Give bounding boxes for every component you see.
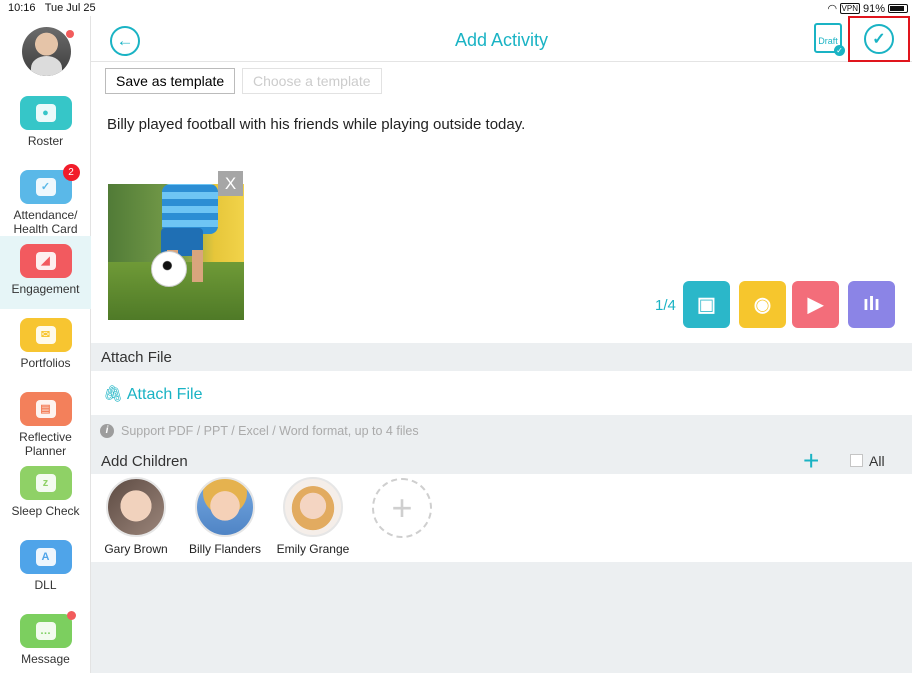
audio-button[interactable]: ıIı — [848, 281, 895, 328]
audio-icon: ıIı — [863, 293, 880, 315]
message-notification-dot — [66, 611, 76, 620]
sidebar-item-message[interactable]: … Message — [0, 611, 91, 666]
sidebar-item-sleep-check[interactable]: z Sleep Check — [0, 466, 91, 518]
sidebar: ● Roster ✓ 2 Attendance/ Health Card ◢ En… — [0, 16, 91, 673]
vpn-badge: VPN — [839, 3, 860, 14]
sidebar-item-attendance[interactable]: ✓ 2 Attendance/ Health Card — [0, 164, 91, 236]
attendance-badge: 2 — [62, 164, 80, 181]
select-all-checkbox[interactable] — [850, 454, 863, 467]
video-icon: ▶ — [807, 294, 824, 316]
sidebar-item-label: Message — [21, 652, 70, 666]
child-name: Emily Grange — [276, 542, 350, 556]
roster-icon: ● — [19, 96, 72, 130]
sidebar-item-label: Portfolios — [20, 356, 71, 370]
draft-label: Draft — [818, 36, 838, 46]
children-section-label: Add Children — [101, 453, 188, 470]
sidebar-item-dll[interactable]: A DLL — [0, 540, 91, 592]
avatar-notification-dot — [66, 30, 74, 38]
child-name: Gary Brown — [104, 542, 168, 556]
info-icon: i — [100, 424, 114, 438]
sidebar-item-label: DLL — [34, 578, 57, 592]
wifi-icon: ◜◝ — [827, 3, 837, 15]
planner-icon: ▤ — [19, 392, 72, 426]
sidebar-item-roster[interactable]: ● Roster — [0, 96, 91, 148]
engagement-icon: ◢ — [19, 244, 72, 278]
page-title: Add Activity — [454, 30, 549, 50]
remove-photo-button[interactable]: X — [218, 171, 243, 196]
dll-icon: A — [19, 540, 72, 574]
save-template-button[interactable]: Save as template — [105, 68, 236, 94]
select-all-label: All — [869, 453, 885, 469]
status-right: ◜◝ VPN 91% — [828, 2, 908, 15]
status-bar: 10:16 Tue Jul 25 ◜◝ VPN 91% — [0, 0, 912, 16]
camera-icon: ◉ — [753, 294, 772, 316]
attach-info: i Support PDF / PPT / Excel / Word format… — [100, 424, 419, 438]
photo-ball — [151, 251, 187, 287]
add-image-button[interactable]: ▣ — [683, 281, 730, 328]
photo-shirt — [162, 184, 218, 234]
sidebar-item-portfolios[interactable]: ✉ Portfolios — [0, 318, 91, 370]
video-button[interactable]: ▶ — [792, 281, 839, 328]
page-header: ← Add Activity Draft ✓ — [91, 16, 912, 62]
add-child-button[interactable]: + — [372, 478, 432, 538]
attach-section-label: Attach File — [101, 349, 172, 366]
message-icon: … — [19, 611, 76, 648]
child-avatar — [283, 477, 343, 537]
photo-leg — [192, 250, 203, 282]
sidebar-item-label: Reflective Planner — [19, 430, 72, 458]
draft-button[interactable]: Draft — [814, 23, 845, 56]
sidebar-item-engagement[interactable]: ◢ Engagement — [0, 236, 91, 309]
attach-file-link[interactable]: 🖇 Attach File — [103, 384, 202, 404]
sleep-icon: z — [19, 466, 72, 500]
content-background — [91, 562, 912, 673]
child-item[interactable]: Emily Grange — [268, 477, 358, 556]
sidebar-item-label: Sleep Check — [11, 504, 80, 518]
attach-row — [91, 371, 912, 415]
attached-photo[interactable] — [108, 184, 244, 320]
choose-template-button[interactable]: Choose a template — [242, 68, 382, 94]
sidebar-item-label: Attendance/ Health Card — [13, 208, 78, 236]
child-avatar — [106, 477, 166, 537]
child-name: Billy Flanders — [188, 542, 262, 556]
child-avatar — [195, 477, 255, 537]
sidebar-item-label: Engagement — [11, 282, 80, 296]
attach-file-label: Attach File — [126, 386, 203, 403]
media-counter: 1/4 — [655, 297, 676, 314]
image-icon: ▣ — [697, 294, 716, 316]
paperclip-icon: 🖇 — [103, 386, 124, 403]
attach-info-text: Support PDF / PPT / Excel / Word format,… — [121, 424, 419, 438]
battery-icon — [888, 4, 908, 13]
sidebar-item-label: Roster — [27, 134, 64, 148]
child-item[interactable]: Billy Flanders — [180, 477, 270, 556]
camera-button[interactable]: ◉ — [739, 281, 786, 328]
done-highlight: ✓ — [848, 16, 910, 62]
attach-section-bar — [91, 343, 912, 371]
battery-percent: 91% — [862, 2, 885, 15]
activity-note-input[interactable]: Billy played football with his friends w… — [107, 116, 525, 133]
add-children-button[interactable]: + — [803, 447, 819, 475]
sidebar-item-reflective-planner[interactable]: ▤ Reflective Planner — [0, 392, 91, 458]
done-button[interactable]: ✓ — [864, 24, 894, 54]
check-circle-icon: ✓ — [872, 31, 886, 48]
calendar-check-icon: ✓ 2 — [19, 164, 80, 204]
portfolio-icon: ✉ — [19, 318, 72, 352]
status-time: 10:16 Tue Jul 25 — [8, 2, 96, 14]
avatar[interactable] — [22, 27, 71, 76]
child-item[interactable]: Gary Brown — [91, 477, 181, 556]
